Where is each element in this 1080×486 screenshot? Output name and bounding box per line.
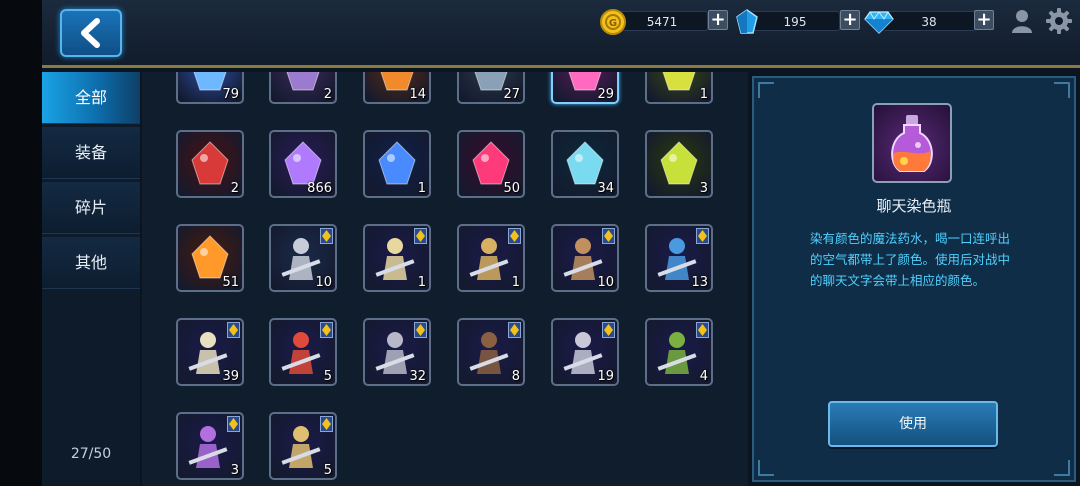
diamond-icon bbox=[864, 11, 894, 34]
add-gold-button[interactable]: + bbox=[708, 10, 728, 30]
back-button[interactable] bbox=[60, 9, 122, 57]
inventory-slot[interactable]: 5 bbox=[269, 412, 337, 480]
item-quantity: 10 bbox=[597, 275, 614, 290]
item-quantity: 3 bbox=[699, 181, 708, 196]
item-quantity: 50 bbox=[503, 181, 520, 196]
inventory-slot[interactable]: 2 bbox=[269, 72, 337, 104]
diamond-amount: 38 bbox=[882, 11, 976, 31]
panel-corner bbox=[1054, 82, 1070, 98]
inventory-slot[interactable]: 32 bbox=[363, 318, 431, 386]
item-quantity: 79 bbox=[222, 87, 239, 102]
tab-other[interactable]: 其他 bbox=[42, 237, 140, 289]
fragment-badge-icon bbox=[508, 322, 521, 338]
inventory-slot[interactable]: 1 bbox=[363, 130, 431, 198]
fragment-badge-icon bbox=[696, 322, 709, 338]
item-quantity: 2 bbox=[323, 87, 332, 102]
fragment-badge-icon bbox=[602, 322, 615, 338]
panel-corner bbox=[1054, 460, 1070, 476]
item-quantity: 2 bbox=[230, 181, 239, 196]
item-quantity: 866 bbox=[307, 181, 332, 196]
screen-edge bbox=[0, 0, 42, 486]
diamond-counter: 38 + bbox=[864, 9, 994, 34]
fragment-badge-icon bbox=[320, 322, 333, 338]
fragment-badge-icon bbox=[696, 228, 709, 244]
inventory-slot[interactable]: 1 bbox=[363, 224, 431, 292]
tab-fragments[interactable]: 碎片 bbox=[42, 182, 140, 234]
item-title: 聊天染色瓶 bbox=[876, 197, 952, 215]
item-quantity: 27 bbox=[503, 87, 520, 102]
item-quantity: 34 bbox=[597, 181, 614, 196]
user-icon[interactable] bbox=[1011, 9, 1033, 33]
crystal-amount: 195 bbox=[750, 11, 840, 31]
item-quantity: 51 bbox=[222, 275, 239, 290]
inventory-slot[interactable]: 34 bbox=[551, 130, 619, 198]
inventory-slot[interactable]: 50 bbox=[457, 130, 525, 198]
inventory-slot[interactable]: 27 bbox=[457, 72, 525, 104]
svg-text:G: G bbox=[609, 18, 617, 29]
gold-coin-icon: G bbox=[600, 9, 626, 35]
inventory-slot[interactable]: 3 bbox=[176, 412, 244, 480]
inventory-slot[interactable]: 3 bbox=[645, 130, 713, 198]
add-crystal-button[interactable]: + bbox=[840, 10, 860, 30]
inventory-slot[interactable]: 1 bbox=[457, 224, 525, 292]
item-quantity: 19 bbox=[597, 369, 614, 384]
fragment-badge-icon bbox=[320, 228, 333, 244]
inventory-slot[interactable]: 10 bbox=[269, 224, 337, 292]
inventory-slot[interactable]: 4 bbox=[645, 318, 713, 386]
inventory-slot[interactable]: 5 bbox=[269, 318, 337, 386]
item-quantity: 1 bbox=[699, 87, 708, 102]
gold-counter: 5471 G + bbox=[600, 9, 728, 35]
add-diamond-button[interactable]: + bbox=[974, 10, 994, 30]
item-description: 染有颜色的魔法药水，喝一口连呼出的空气都带上了颜色。使用后对战中的聊天文字会带上… bbox=[810, 231, 1011, 288]
inventory-capacity: 27/50 bbox=[70, 446, 112, 462]
panel-corner bbox=[758, 460, 774, 476]
inventory-slot[interactable]: 13 bbox=[645, 224, 713, 292]
item-quantity: 32 bbox=[409, 369, 426, 384]
inventory-slot[interactable]: 39 bbox=[176, 318, 244, 386]
chevron-left-icon bbox=[81, 18, 100, 48]
crystal-counter: 195 + bbox=[734, 9, 860, 34]
chat-dye-bottle-icon bbox=[872, 103, 952, 183]
tab-all[interactable]: 全部 bbox=[42, 72, 140, 124]
item-quantity: 1 bbox=[417, 275, 426, 290]
item-quantity: 29 bbox=[597, 87, 614, 102]
inventory-slot[interactable]: 1 bbox=[645, 72, 713, 104]
inventory-slot[interactable]: 2 bbox=[176, 130, 244, 198]
fragment-badge-icon bbox=[414, 228, 427, 244]
blue-crystal-icon bbox=[736, 9, 758, 34]
gear-icon[interactable] bbox=[1046, 8, 1072, 34]
inventory-slot[interactable]: 29 bbox=[551, 72, 619, 104]
fragment-badge-icon bbox=[320, 416, 333, 432]
item-quantity: 13 bbox=[691, 275, 708, 290]
item-quantity: 14 bbox=[409, 87, 426, 102]
inventory-slot[interactable]: 14 bbox=[363, 72, 431, 104]
fragment-badge-icon bbox=[227, 322, 240, 338]
fragment-badge-icon bbox=[414, 322, 427, 338]
item-quantity: 1 bbox=[511, 275, 520, 290]
inventory-slot[interactable]: 866 bbox=[269, 130, 337, 198]
item-quantity: 3 bbox=[230, 463, 239, 478]
item-quantity: 39 bbox=[222, 369, 239, 384]
fragment-badge-icon bbox=[508, 228, 521, 244]
item-quantity: 1 bbox=[417, 181, 426, 196]
inventory-slot[interactable]: 79 bbox=[176, 72, 244, 104]
fragment-badge-icon bbox=[227, 416, 240, 432]
tab-equipment[interactable]: 装备 bbox=[42, 127, 140, 179]
fragment-badge-icon bbox=[602, 228, 615, 244]
inventory-slot[interactable]: 8 bbox=[457, 318, 525, 386]
use-button[interactable]: 使用 bbox=[828, 401, 998, 447]
item-quantity: 10 bbox=[315, 275, 332, 290]
gold-amount: 5471 bbox=[616, 11, 708, 31]
item-quantity: 5 bbox=[323, 463, 332, 478]
item-quantity: 5 bbox=[323, 369, 332, 384]
inventory-slot[interactable]: 10 bbox=[551, 224, 619, 292]
panel-corner bbox=[758, 82, 774, 98]
item-quantity: 8 bbox=[511, 369, 520, 384]
inventory-slot[interactable]: 19 bbox=[551, 318, 619, 386]
inventory-grid[interactable]: 79 2 14 27 29 1 2 866 1 50 34 3 51 10 1 1 10 13 39 5 32 8 19 4 3… bbox=[142, 72, 748, 486]
inventory-slot[interactable]: 51 bbox=[176, 224, 244, 292]
item-quantity: 4 bbox=[699, 369, 708, 384]
